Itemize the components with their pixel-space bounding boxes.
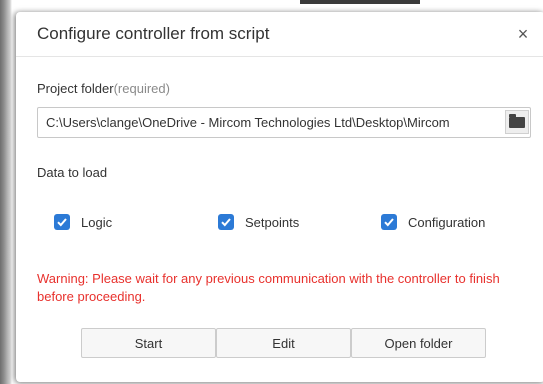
configuration-checkbox[interactable]: [381, 214, 397, 230]
checkmark-icon: [57, 218, 67, 227]
data-to-load-label: Data to load: [37, 165, 108, 180]
required-note: (required): [113, 81, 170, 96]
checkmark-icon: [221, 218, 231, 227]
configuration-label: Configuration: [408, 215, 486, 230]
project-folder-label: Project folder(required): [37, 81, 170, 96]
setpoints-label: Setpoints: [245, 215, 300, 230]
configure-controller-dialog: Configure controller from script × Proje…: [16, 12, 543, 382]
setpoints-checkbox[interactable]: [218, 214, 234, 230]
project-folder-label-text: Project folder: [37, 81, 114, 96]
edit-button[interactable]: Edit: [216, 328, 351, 358]
logic-checkbox[interactable]: [54, 214, 70, 230]
checkmark-icon: [384, 218, 394, 227]
folder-icon: [509, 114, 525, 128]
dialog-title: Configure controller from script: [37, 24, 270, 43]
project-folder-field: [37, 107, 531, 138]
close-icon[interactable]: ×: [515, 24, 531, 44]
project-folder-input[interactable]: [38, 108, 504, 137]
background-window-strip: [300, 0, 420, 4]
logic-label: Logic: [81, 215, 113, 230]
dialog-header: Configure controller from script ×: [16, 12, 543, 57]
warning-message: Warning: Please wait for any previous co…: [37, 271, 500, 304]
browse-folder-button[interactable]: [505, 110, 529, 134]
start-button[interactable]: Start: [81, 328, 216, 358]
background-window-edge: [0, 0, 12, 384]
open-folder-button[interactable]: Open folder: [351, 328, 486, 358]
